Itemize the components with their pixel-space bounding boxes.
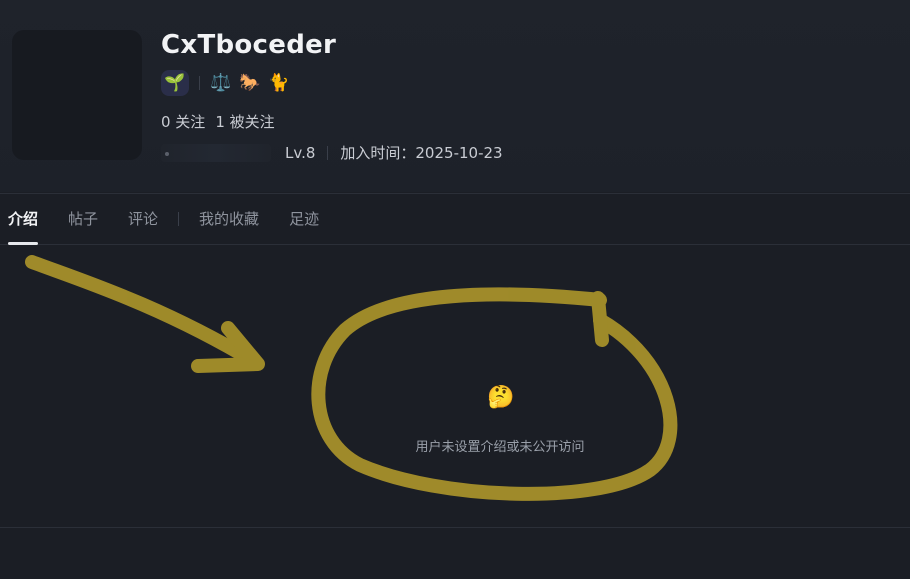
tab-history[interactable]: 足迹 (289, 193, 319, 245)
balance-scale-icon[interactable]: ⚖️ (210, 73, 231, 93)
tab-intro[interactable]: 介绍 (8, 193, 39, 245)
following-count[interactable]: 0 关注 (161, 111, 205, 132)
follow-stats: 0 关注 1 被关注 (161, 111, 275, 132)
meta-row: Lv.8 加入时间：2025-10-23 (161, 142, 503, 163)
divider (178, 212, 180, 226)
seedling-icon[interactable]: 🌱 (161, 70, 189, 96)
avatar[interactable] (12, 30, 142, 160)
thinking-face-icon: 🤔 (487, 385, 515, 410)
blurred-field (161, 143, 271, 162)
tab-favorites[interactable]: 我的收藏 (199, 193, 259, 245)
tab-posts[interactable]: 帖子 (68, 193, 98, 245)
intro-panel: 🤔 用户未设置介绍或未公开访问 (0, 246, 910, 528)
username: CxTboceder (161, 30, 337, 60)
divider (199, 76, 200, 90)
horse-icon[interactable]: 🐎 (239, 73, 260, 93)
tab-bar: 介绍 帖子 评论 我的收藏 足迹 (0, 193, 910, 245)
followers-count[interactable]: 1 被关注 (215, 111, 274, 132)
profile-page: CxTboceder 🌱 ⚖️ 🐎 🐈 0 关注 1 被关注 Lv.8 加入时间… (0, 0, 910, 579)
join-date: 加入时间：2025-10-23 (340, 144, 503, 162)
profile-header: CxTboceder 🌱 ⚖️ 🐎 🐈 0 关注 1 被关注 Lv.8 加入时间… (0, 0, 910, 192)
divider (327, 145, 329, 160)
cat-icon[interactable]: 🐈 (268, 73, 289, 93)
level-badge: Lv.8 (285, 143, 316, 162)
badge-row: 🌱 ⚖️ 🐎 🐈 (161, 70, 290, 96)
tab-comments[interactable]: 评论 (128, 193, 158, 245)
empty-message: 用户未设置介绍或未公开访问 (415, 440, 585, 455)
